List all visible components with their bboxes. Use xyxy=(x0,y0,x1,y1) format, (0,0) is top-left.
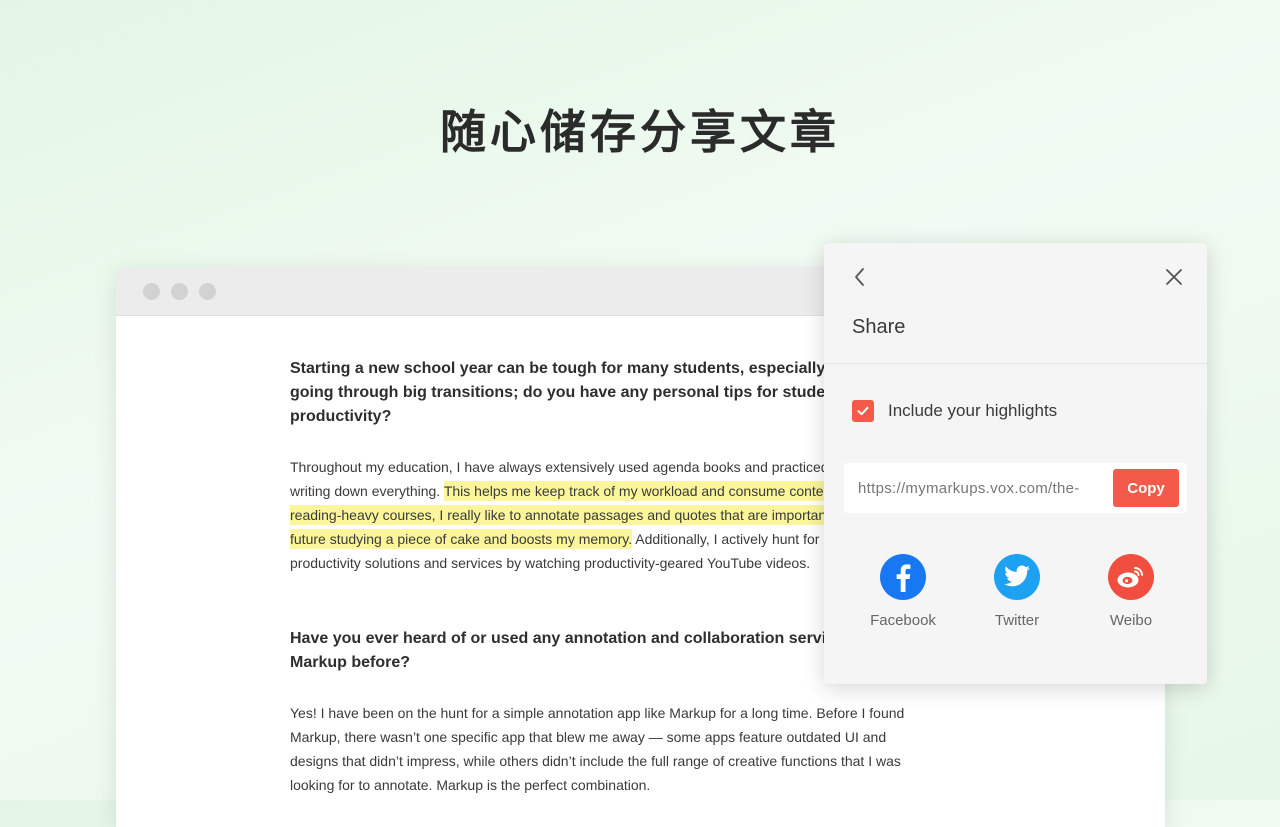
back-button[interactable] xyxy=(848,265,872,289)
article-content: Starting a new school year can be tough … xyxy=(290,357,910,797)
chevron-left-icon xyxy=(855,268,864,286)
share-title: Share xyxy=(852,316,906,338)
weibo-label: Weibo xyxy=(1109,612,1153,629)
question-1: Starting a new school year can be tough … xyxy=(290,360,873,425)
include-highlights-label: Include your highlights xyxy=(888,401,1058,420)
window-zoom-dot[interactable] xyxy=(199,282,216,300)
question-2: Have you ever heard of or used any annot… xyxy=(290,630,884,671)
share-link-field[interactable]: https://mymarkups.vox.com/the- Copy xyxy=(844,463,1187,513)
hero-title: 随心储存分享文章 xyxy=(440,105,840,159)
include-highlights-option[interactable]: Include your highlights xyxy=(852,400,1057,422)
copy-button[interactable]: Copy xyxy=(1113,469,1179,507)
twitter-label: Twitter xyxy=(994,612,1040,629)
share-panel: Share Include your highlights https://my… xyxy=(824,243,1207,684)
facebook-label: Facebook xyxy=(870,612,936,629)
close-icon xyxy=(1166,269,1182,285)
close-button[interactable] xyxy=(1162,265,1186,289)
include-highlights-checkbox[interactable] xyxy=(852,400,874,422)
share-weibo-button[interactable]: Weibo xyxy=(1086,554,1176,629)
checkmark-icon xyxy=(857,406,869,416)
share-link-url[interactable]: https://mymarkups.vox.com/the- xyxy=(858,480,1098,497)
twitter-icon xyxy=(994,554,1040,600)
window-close-dot[interactable] xyxy=(143,282,160,300)
share-twitter-button[interactable]: Twitter xyxy=(972,554,1062,629)
facebook-icon xyxy=(880,554,926,600)
share-panel-header: Share xyxy=(824,243,1207,364)
answer-1: Throughout my education, I have always e… xyxy=(290,455,910,575)
weibo-icon xyxy=(1108,554,1154,600)
answer-2: Yes! I have been on the hunt for a simpl… xyxy=(290,705,905,793)
window-minimize-dot[interactable] xyxy=(171,282,188,300)
share-facebook-button[interactable]: Facebook xyxy=(858,554,948,629)
